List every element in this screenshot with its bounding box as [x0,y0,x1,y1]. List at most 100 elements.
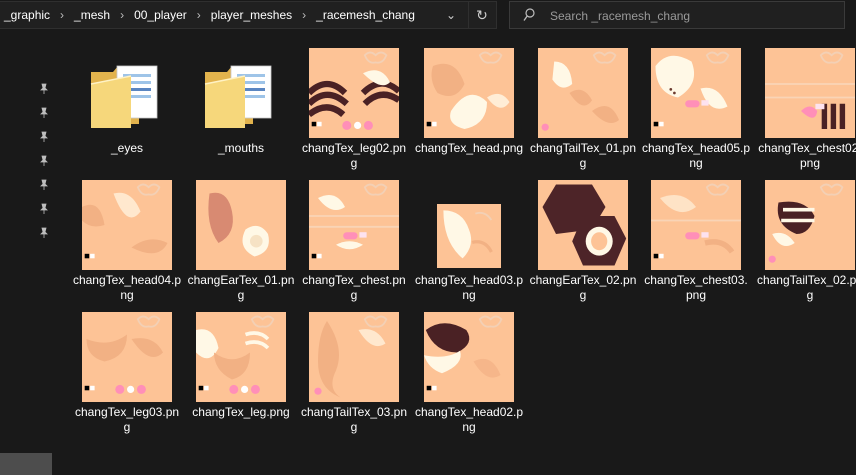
file-name-label: changTex_head05.png [641,141,751,170]
breadcrumb: _graphic › _mesh › 00_player › player_me… [3,2,416,28]
file-item[interactable]: changTex_head03.png [414,178,524,304]
file-name-label: changTex_chest03.png [644,273,748,302]
file-name-label: changTex_head02.png [414,405,524,434]
thumbnail [528,178,638,270]
file-item[interactable]: changTex_head05.png [641,46,751,172]
thumbnail [641,178,751,270]
file-item[interactable]: changTex_chest03.png [641,178,751,304]
chevron-right-icon[interactable]: › [60,8,64,22]
breadcrumb-item-racemesh-chang[interactable]: _racemesh_chang [315,8,416,22]
file-name-label: changTex_head.png [414,141,524,155]
chevron-right-icon[interactable]: › [302,8,306,22]
pin-icon[interactable] [38,203,50,215]
breadcrumb-item-player-meshes[interactable]: player_meshes [210,8,293,22]
toolbar: _graphic › _mesh › 00_player › player_me… [0,0,856,31]
file-item[interactable]: changTex_head.png [414,46,524,172]
image-thumbnail [82,180,172,270]
image-thumbnail [765,180,855,270]
image-thumbnail [196,312,286,402]
thumbnail [299,178,409,270]
file-name-label: changTailTex_02.png [756,273,856,302]
file-name-label: changEarTex_02.png [529,273,637,302]
file-item[interactable]: changTex_leg03.png [72,310,182,436]
file-name-label: changTex_leg03.png [74,405,180,434]
search-input[interactable] [548,5,842,27]
nav-selected-item[interactable] [0,453,52,475]
thumbnail [186,46,296,138]
breadcrumb-item-mesh[interactable]: _mesh [73,8,111,22]
address-bar[interactable]: _graphic › _mesh › 00_player › player_me… [0,1,497,29]
address-dropdown-button[interactable]: ⌄ [438,2,464,28]
file-item[interactable]: changEarTex_02.png [528,178,638,304]
thumbnail [72,178,182,270]
refresh-icon: ↻ [476,6,488,23]
refresh-button[interactable]: ↻ [468,2,495,28]
folder-icon [90,65,158,128]
thumbnail [755,46,856,138]
folder-item[interactable]: _mouths [186,46,296,172]
pin-icon[interactable] [38,131,50,143]
folder-icon [204,65,272,128]
image-thumbnail [424,312,514,402]
thumbnail [186,178,296,270]
chevron-right-icon[interactable]: › [120,8,124,22]
image-thumbnail [309,48,399,138]
thumbnail [186,310,296,402]
image-thumbnail [538,180,628,270]
file-item[interactable]: changTailTex_01.png [528,46,638,172]
search-icon [523,8,535,21]
search-box[interactable] [509,1,845,29]
file-item[interactable]: changTex_head02.png [414,310,524,436]
file-name-label: changTailTex_03.png [300,405,408,434]
file-name-label: changTex_leg.png [192,405,290,419]
thumbnail [299,46,409,138]
file-name-label: changTex_leg02.png [301,141,407,170]
pin-icon[interactable] [38,83,50,95]
file-name-label: changEarTex_01.png [187,273,295,302]
file-name-label: changTex_head03.png [414,273,524,302]
file-name-label: changTex_chest.png [302,273,406,302]
file-item[interactable]: changTex_chest.png [299,178,409,304]
image-thumbnail [309,312,399,402]
thumbnail [528,46,638,138]
thumbnail [414,46,524,138]
image-thumbnail [309,180,399,270]
image-thumbnail [538,48,628,138]
navigation-pane [0,31,54,475]
thumbnail [72,46,182,138]
pin-icon[interactable] [38,179,50,191]
thumbnail [755,178,856,270]
image-thumbnail [651,48,741,138]
file-item[interactable]: changTex_leg.png [186,310,296,436]
file-item[interactable]: changTex_head04.png [72,178,182,304]
breadcrumb-item-00-player[interactable]: 00_player [133,8,188,22]
pin-icon[interactable] [38,227,50,239]
file-item[interactable]: changTailTex_03.png [299,310,409,436]
thumbnail [414,310,524,402]
thumbnail [641,46,751,138]
chevron-right-icon[interactable]: › [197,8,201,22]
image-thumbnail [196,180,286,270]
image-thumbnail [651,180,741,270]
chevron-down-icon: ⌄ [445,8,457,22]
file-list: _eyes _mouths changTex_leg02.png changTex_h… [54,31,856,450]
file-name-label: _eyes [110,141,144,155]
file-item[interactable]: changEarTex_01.png [186,178,296,304]
image-thumbnail [82,312,172,402]
file-item[interactable]: changTex_leg02.png [299,46,409,172]
file-name-label: _mouths [217,141,265,155]
file-name-label: changTailTex_01.png [529,141,637,170]
image-thumbnail [765,48,855,138]
file-item[interactable]: changTailTex_02.png [755,178,856,304]
pin-icon[interactable] [38,107,50,119]
image-thumbnail [437,204,501,268]
pin-icon[interactable] [38,155,50,167]
file-item[interactable]: changTex_chest02.png [755,46,856,172]
file-name-label: changTex_chest02.png [758,141,856,170]
file-name-label: changTex_head04.png [72,273,182,302]
breadcrumb-item-graphic[interactable]: _graphic [3,8,51,22]
thumbnail [299,310,409,402]
thumbnail [414,178,524,270]
thumbnail [72,310,182,402]
folder-item[interactable]: _eyes [72,46,182,172]
